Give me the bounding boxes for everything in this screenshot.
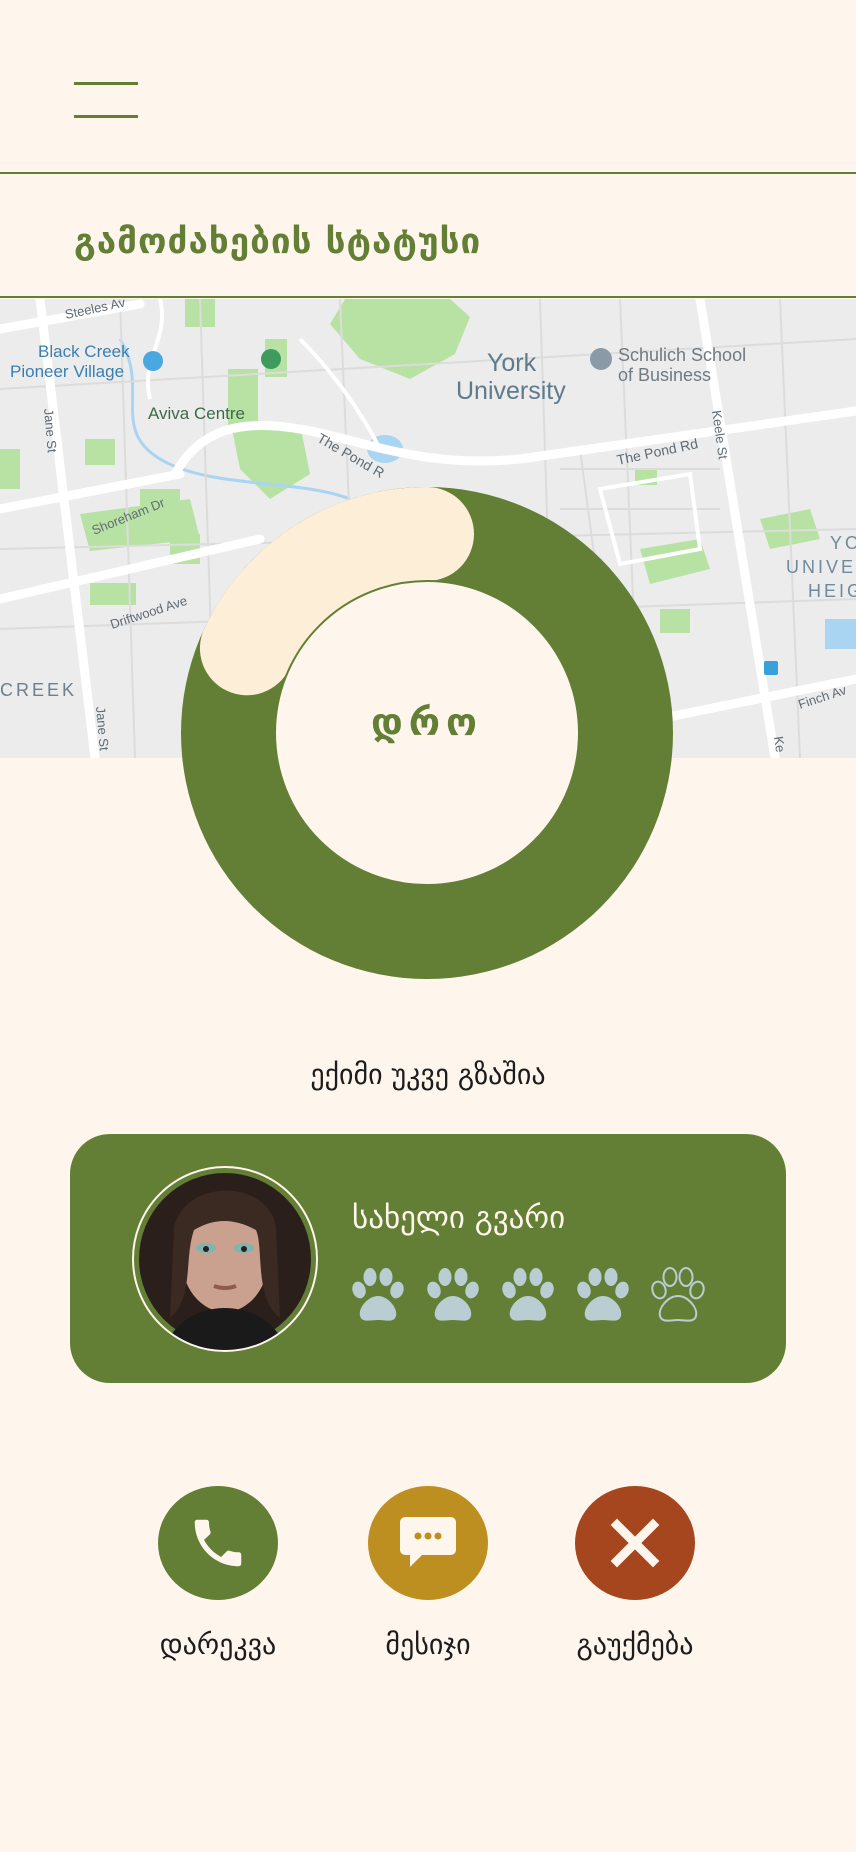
map-label-business: of Business — [618, 365, 711, 385]
map-label-black-creek: Black Creek — [38, 342, 130, 361]
call-action[interactable]: დარეკვა — [118, 1486, 318, 1661]
paw-filled-icon — [575, 1266, 631, 1324]
map-label-university: University — [456, 377, 566, 405]
paw-filled-icon — [425, 1266, 481, 1324]
stadium-poi-icon — [261, 349, 281, 369]
close-icon — [610, 1518, 660, 1568]
doctor-avatar — [132, 1166, 318, 1352]
call-label: დარეკვა — [159, 1628, 277, 1661]
map-label-creek: CREEK — [0, 680, 77, 700]
timer-label: დრო — [371, 700, 483, 744]
doctor-card[interactable]: სახელი გვარი — [70, 1134, 786, 1383]
map-label-york-heights-2: UNIVE — [786, 557, 856, 577]
map-label-pioneer-village: Pioneer Village — [10, 362, 124, 381]
cancel-label: გაუქმება — [576, 1628, 694, 1661]
subway-poi-icon — [764, 661, 778, 675]
page-title: გამოძახების სტატუსი — [74, 222, 482, 262]
menu-line-bottom — [74, 115, 138, 118]
map-label-keele-st-2: Ke — [771, 735, 788, 753]
message-button[interactable] — [368, 1486, 488, 1600]
map-label-york-heights-1: YO — [830, 533, 856, 553]
map-label-york-heights-3: HEIG — [808, 581, 856, 601]
menu-line-top — [74, 82, 138, 85]
header-divider — [0, 172, 856, 174]
message-label: მესიჯი — [385, 1628, 471, 1661]
doctor-name: სახელი გვარი — [352, 1200, 566, 1236]
map-label-schulich: Schulich School — [618, 345, 746, 365]
chat-bubble-icon — [400, 1517, 456, 1567]
map-label-york: York — [487, 349, 537, 377]
cancel-action[interactable]: გაუქმება — [535, 1486, 735, 1661]
map-label-aviva: Aviva Centre — [148, 404, 245, 423]
paw-filled-icon — [350, 1266, 406, 1324]
hamburger-menu-icon[interactable] — [74, 82, 138, 120]
cancel-button[interactable] — [575, 1486, 695, 1600]
message-action[interactable]: მესიჯი — [328, 1486, 528, 1661]
call-button[interactable] — [158, 1486, 278, 1600]
paw-filled-icon — [500, 1266, 556, 1324]
status-text: ექიმი უკვე გზაშია — [310, 1058, 546, 1091]
paw-empty-icon — [650, 1266, 706, 1324]
title-divider — [0, 296, 856, 298]
school-poi-icon — [590, 348, 612, 370]
phone-icon — [194, 1519, 242, 1567]
museum-poi-icon — [143, 351, 163, 371]
